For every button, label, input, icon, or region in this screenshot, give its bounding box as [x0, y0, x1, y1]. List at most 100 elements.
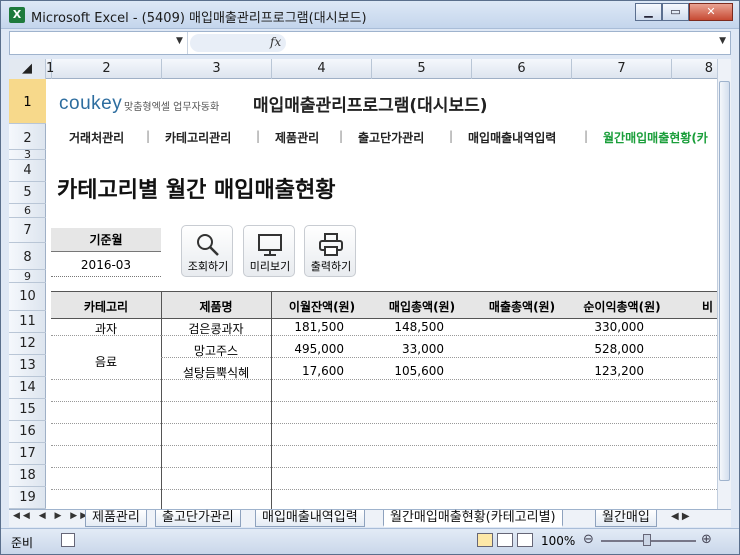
row-header[interactable]: 5 [9, 182, 46, 204]
row-header[interactable]: 9 [9, 270, 46, 283]
macro-record-icon[interactable] [61, 533, 75, 547]
insert-function-icon[interactable]: fx [270, 35, 281, 49]
column-header[interactable]: 3 [162, 59, 272, 79]
select-all-corner[interactable]: ◢ [9, 59, 46, 79]
page-layout-icon[interactable] [497, 533, 513, 547]
row-header[interactable]: 11 [9, 311, 46, 333]
table-cell-profit[interactable]: 123,200 [572, 364, 644, 378]
table-cell-profit[interactable]: 528,000 [572, 342, 644, 356]
row-header[interactable]: 14 [9, 377, 46, 399]
print-button[interactable]: 출력하기 [304, 225, 356, 277]
col-purchase-total: 매입총액(원) [388, 300, 456, 314]
search-button-label: 조회하기 [187, 260, 229, 273]
table-cell-carry[interactable]: 17,600 [272, 364, 344, 378]
col-net-profit: 순이익총액(원) [583, 300, 661, 314]
filter-label: 기준월 [51, 228, 161, 252]
column-header[interactable]: 4 [272, 59, 372, 79]
column-header[interactable]: 8 [672, 59, 717, 79]
row-divider [51, 489, 717, 490]
program-title: 매입매출관리프로그램(대시보드) [253, 96, 488, 116]
table-cell-purchase[interactable]: 33,000 [372, 342, 444, 356]
table-cell-product[interactable]: 검은콩과자 [161, 320, 271, 337]
sheet-tab-products[interactable]: 제품관리 [85, 510, 147, 527]
nav-item-vendors[interactable]: 거래처관리 [69, 129, 124, 146]
excel-app-icon[interactable]: X [9, 7, 25, 23]
nav-item-monthly-report[interactable]: 월간매입매출현황(카 [603, 129, 708, 146]
row-header[interactable]: 13 [9, 355, 46, 377]
table-cell-purchase[interactable]: 148,500 [372, 320, 444, 334]
row-header[interactable]: 17 [9, 443, 46, 465]
printer-icon [319, 233, 343, 256]
row-header[interactable]: 10 [9, 283, 46, 311]
table-cell-profit[interactable]: 330,000 [572, 320, 644, 334]
column-header[interactable]: 5 [372, 59, 472, 79]
zoom-slider-thumb[interactable] [643, 534, 651, 546]
table-cell-product[interactable]: 망고주스 [161, 342, 271, 359]
sheet-tab-shipping-price[interactable]: 출고단가관리 [155, 510, 241, 527]
col-category: 카테고리 [83, 300, 129, 314]
row-header[interactable]: 7 [9, 218, 46, 243]
table-cell-purchase[interactable]: 105,600 [372, 364, 444, 378]
row-header[interactable]: 12 [9, 333, 46, 355]
table-cell-category[interactable]: 과자 [51, 320, 161, 337]
window-title: Microsoft Excel - (5409) 매입매출관리프로그램(대시보드… [31, 11, 367, 26]
sheet-tab-transactions[interactable]: 매입매출내역입력 [255, 510, 365, 527]
status-ready: 준비 [11, 536, 34, 550]
nav-separator: | [256, 129, 261, 143]
zoom-in-icon[interactable]: ⊕ [701, 532, 712, 547]
sheet-tab-bar: ◀◀ ◀ ▶ ▶▶ 제품관리 출고단가관리 매입매출내역입력 월간매입매출현황(… [9, 509, 731, 527]
report-title: 카테고리별 월간 매입매출현황 [57, 178, 336, 203]
column-header[interactable]: 7 [572, 59, 672, 79]
worksheet-grid[interactable]: ◢ 1 2 3 4 5 6 7 8 1 2 3 4 5 6 7 8 9 10 1… [9, 59, 717, 509]
status-bar: 준비 100% ⊖ ⊕ [1, 528, 739, 554]
column-header[interactable]: 2 [52, 59, 162, 79]
row-header[interactable]: 4 [9, 160, 46, 182]
nav-item-categories[interactable]: 카테고리관리 [165, 129, 231, 146]
table-cell-product[interactable]: 설탕듬뿍식혜 [161, 364, 271, 381]
normal-view-icon[interactable] [477, 533, 493, 547]
chevron-down-icon[interactable]: ▼ [176, 36, 183, 46]
close-button[interactable]: ✕ [689, 3, 733, 21]
row-header[interactable]: 8 [9, 243, 46, 270]
monitor-icon [258, 234, 282, 256]
row-divider [51, 401, 717, 402]
nav-item-shipping-price[interactable]: 출고단가관리 [358, 129, 424, 146]
search-button[interactable]: 조회하기 [181, 225, 233, 277]
nav-separator: | [449, 129, 454, 143]
column-header[interactable]: 6 [472, 59, 572, 79]
nav-item-products[interactable]: 제품관리 [275, 129, 319, 146]
tab-scroll-arrows[interactable]: ◀ ▶ [671, 511, 690, 522]
name-box[interactable]: ▼ [10, 32, 188, 54]
zoom-out-icon[interactable]: ⊖ [583, 532, 594, 547]
table-cell-carry[interactable]: 181,500 [272, 320, 344, 334]
preview-button[interactable]: 미리보기 [243, 225, 295, 277]
vertical-scrollbar[interactable] [717, 59, 731, 509]
brand-tagline: 맞춤형엑셀 업무자동화 [124, 102, 220, 113]
row-header[interactable]: 3 [9, 149, 46, 160]
row-header[interactable]: 15 [9, 399, 46, 421]
column-header-bar: ◢ 1 2 3 4 5 6 7 8 [9, 59, 717, 79]
scrollbar-thumb[interactable] [719, 81, 730, 481]
row-header[interactable]: 16 [9, 421, 46, 443]
sheet-tab-monthly-category[interactable]: 월간매입매출현황(카테고리별) [383, 510, 563, 527]
expand-formula-bar-icon[interactable]: ▼ [719, 36, 726, 46]
minimize-button[interactable]: ▁ [635, 3, 662, 21]
sheet-tab-monthly-more[interactable]: 월간매입 [595, 510, 657, 527]
row-header[interactable]: 1 [9, 79, 46, 124]
row-header[interactable]: 18 [9, 465, 46, 487]
nav-item-transactions[interactable]: 매입매출내역입력 [468, 129, 556, 146]
filter-month-input[interactable]: 2016-03 [51, 253, 161, 277]
search-icon [197, 234, 219, 256]
title-bar: X Microsoft Excel - (5409) 매입매출관리프로그램(대시… [1, 1, 739, 29]
row-divider [51, 467, 717, 468]
maximize-button[interactable]: ▭ [662, 3, 689, 21]
row-header[interactable]: 6 [9, 204, 46, 218]
table-cell-carry[interactable]: 495,000 [272, 342, 344, 356]
table-cell-category[interactable]: 음료 [51, 353, 161, 370]
page-break-preview-icon[interactable] [517, 533, 533, 547]
sheet-nav-arrows[interactable]: ◀◀ ◀ ▶ ▶▶ [13, 511, 90, 521]
col-carry-over: 이월잔액(원) [288, 300, 356, 314]
row-header[interactable]: 19 [9, 487, 46, 509]
zoom-level[interactable]: 100% [541, 534, 575, 548]
row-header[interactable]: 2 [9, 124, 46, 150]
